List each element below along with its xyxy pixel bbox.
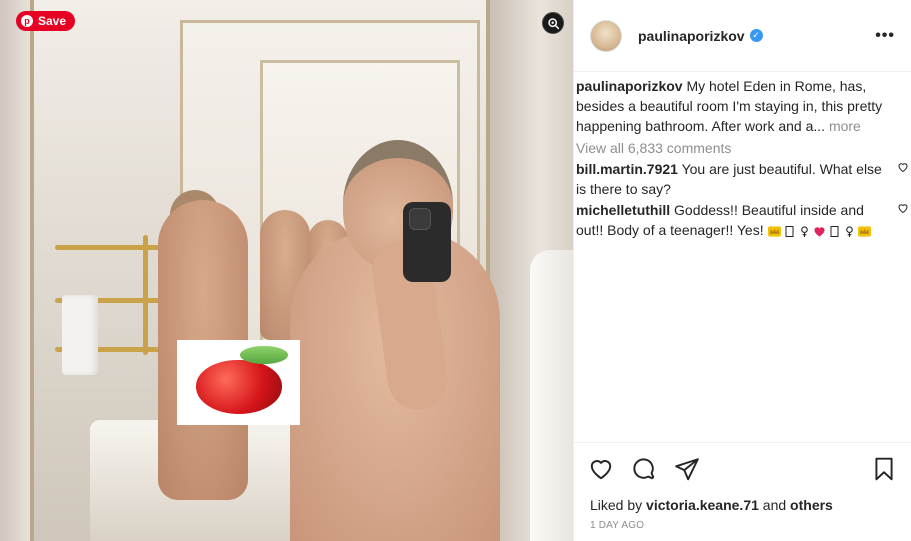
crown-emoji-icon: [768, 226, 782, 237]
pinterest-save-button[interactable]: p Save: [16, 11, 76, 31]
towel: [62, 295, 98, 375]
post-sidebar: paulinaporizkov ✓ ••• paulinaporizkov My…: [573, 0, 911, 541]
view-all-comments-link[interactable]: View all 6,833 comments: [576, 138, 907, 158]
caption-username[interactable]: paulinaporizkov: [576, 78, 683, 94]
instagram-post: p Save paulinaporizkov ✓ ••• paulinapori…: [0, 0, 911, 541]
comment-item: michelletuthill Goddess!! Beautiful insi…: [576, 200, 909, 240]
avatar[interactable]: [590, 19, 622, 52]
post-timestamp[interactable]: 1 DAY AGO: [574, 516, 911, 541]
likes-summary: Liked by victoria.keane.71 and others: [574, 494, 911, 516]
comment-username[interactable]: michelletuthill: [576, 202, 670, 218]
post-actions: [574, 442, 911, 494]
pinterest-icon: p: [21, 15, 33, 27]
comment-like-icon[interactable]: [897, 161, 909, 173]
header-username[interactable]: paulinaporizkov: [638, 28, 745, 44]
comment-item: bill.martin.7921 You are just beautiful.…: [576, 159, 909, 199]
red-heart-emoji-icon: [814, 227, 825, 237]
comments-section: paulinaporizkov My hotel Eden in Rome, h…: [574, 72, 911, 442]
missing-glyph-icon: [830, 225, 839, 237]
bathrobe: [530, 250, 573, 541]
share-icon[interactable]: [674, 456, 700, 482]
post-header: paulinaporizkov ✓ •••: [574, 0, 911, 72]
likes-others-link[interactable]: others: [790, 497, 833, 513]
female-sign-icon: [846, 226, 854, 237]
save-label: Save: [38, 14, 67, 28]
verified-badge-icon: ✓: [749, 29, 763, 42]
female-sign-icon: [801, 226, 809, 237]
likes-middle: and: [758, 497, 791, 513]
missing-glyph-icon: [785, 225, 794, 237]
bookmark-icon[interactable]: [871, 456, 897, 482]
apple-icon: [195, 345, 288, 414]
towel-rail: [55, 245, 165, 250]
likes-prefix: Liked by: [590, 497, 647, 513]
caption-more-link[interactable]: more: [829, 118, 861, 134]
comment-username[interactable]: bill.martin.7921: [576, 161, 678, 177]
liked-by-user-link[interactable]: victoria.keane.71: [646, 497, 759, 513]
crown-emoji-icon: [858, 226, 872, 237]
comment-icon[interactable]: [631, 456, 657, 482]
heart-icon[interactable]: [588, 456, 614, 482]
caption: paulinaporizkov My hotel Eden in Rome, h…: [576, 76, 907, 136]
lens-icon[interactable]: [542, 12, 564, 34]
comment-like-icon[interactable]: [897, 202, 909, 214]
towel-rail-post: [143, 235, 148, 355]
phone-camera: [409, 208, 431, 230]
phone: [403, 202, 451, 282]
more-options-icon[interactable]: •••: [875, 27, 895, 45]
apple-overlay: [177, 340, 300, 425]
post-photo[interactable]: p Save: [0, 0, 573, 541]
